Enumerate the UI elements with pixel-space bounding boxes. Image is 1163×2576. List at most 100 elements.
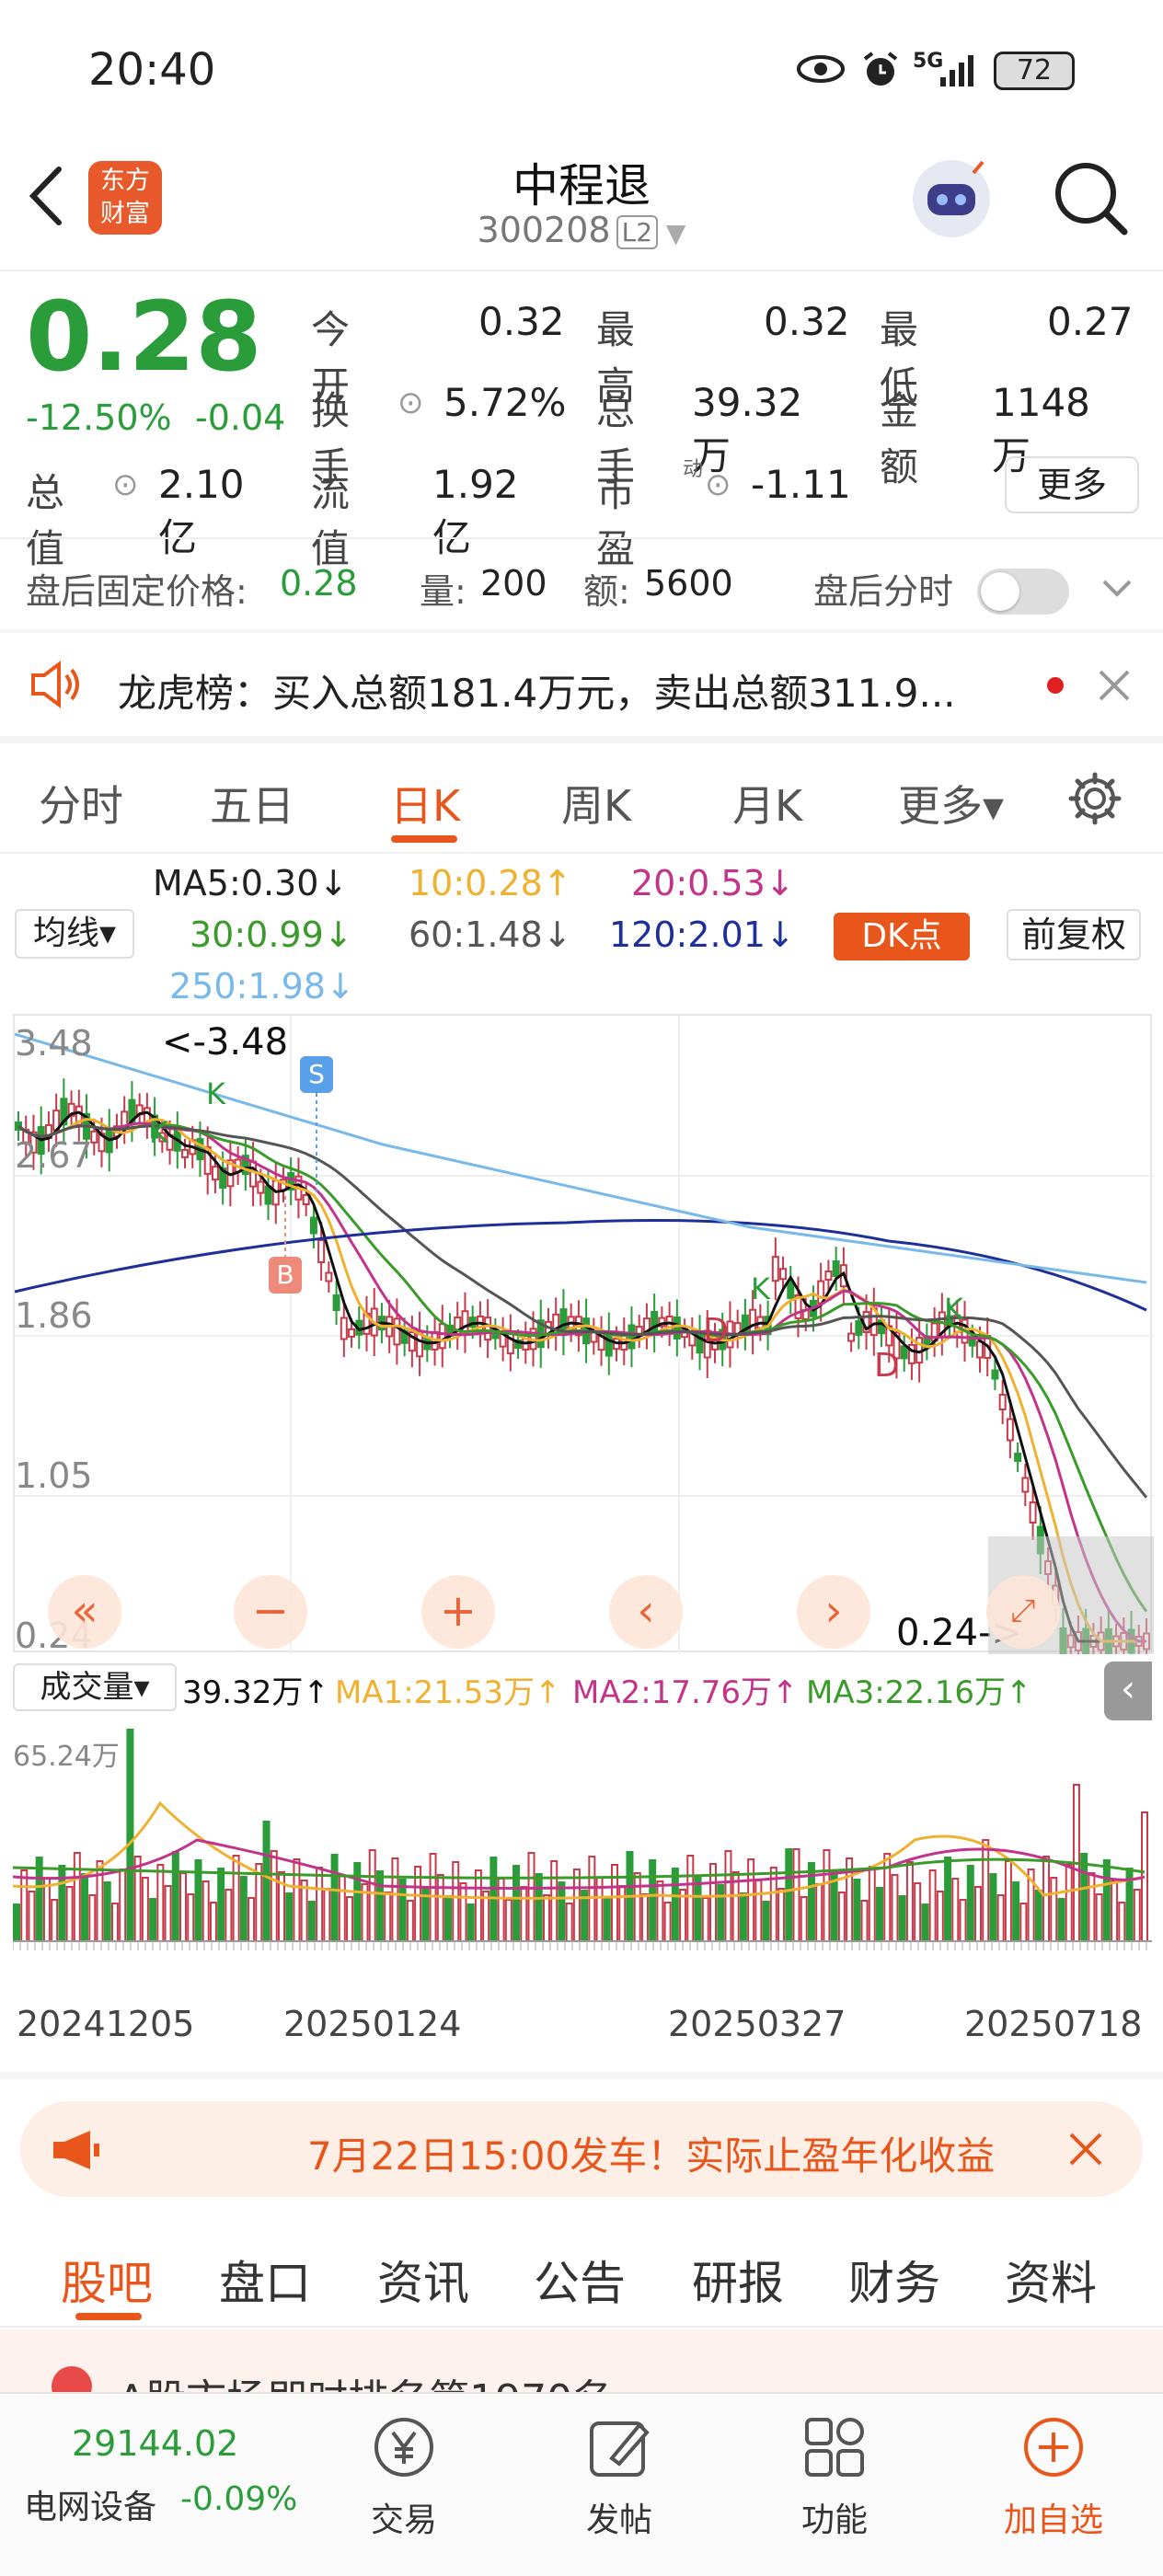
afterhours-vol: 200 (480, 563, 547, 604)
dk-point-button[interactable]: DK点 (834, 913, 970, 960)
tab-intraday[interactable]: 分时 (39, 773, 123, 834)
index-value[interactable]: 29144.02 (72, 2423, 238, 2464)
tab-weekly-k[interactable]: 周K (561, 773, 631, 834)
robot-avatar-icon[interactable] (907, 155, 996, 243)
zoom-out-icon[interactable]: − (234, 1575, 307, 1649)
scroll-right-icon[interactable]: › (797, 1575, 870, 1649)
candle-body (1006, 1418, 1014, 1442)
info-dots-icon[interactable]: ⊙ (705, 466, 731, 503)
close-icon[interactable] (1067, 2131, 1104, 2168)
high-value: 0.32 (764, 299, 850, 344)
volume-bar (1133, 1889, 1141, 1942)
candle-body (779, 1268, 788, 1281)
volume-bar (973, 1886, 982, 1942)
volume-bar (603, 1898, 611, 1942)
dragon-tiger-banner[interactable]: 龙虎榜：买入总额181.4万元，卖出总额311.9... (0, 633, 1163, 734)
volume-bar (898, 1895, 906, 1942)
volume-ma1: MA1:21.53万↑ (335, 1674, 561, 1711)
volume-bar (232, 1855, 240, 1942)
y-tick: 1.05 (15, 1455, 93, 1496)
indicator-selector[interactable]: 成交量▾ (13, 1663, 177, 1711)
fire-icon (52, 2366, 92, 2394)
volume-bar (13, 1903, 20, 1942)
info-dots-icon[interactable]: ⊙ (112, 466, 139, 503)
eye-icon (797, 55, 845, 83)
volume-bar (671, 1868, 679, 1942)
adjust-mode-button[interactable]: 前复权 (1007, 909, 1141, 960)
volume-bar (28, 1891, 36, 1942)
candle-body (264, 1185, 272, 1205)
volume-ma2: MA2:17.76万↑ (572, 1674, 799, 1711)
add-watchlist-label: 加自选 (1003, 2501, 1103, 2539)
volume-bar (141, 1877, 149, 1942)
dragon-tiger-text: 龙虎榜：买入总额181.4万元，卖出总额311.9... (118, 671, 956, 716)
tab-research[interactable]: 研报 (692, 2247, 784, 2313)
candle-body (1029, 1501, 1037, 1524)
ma10-line (17, 1117, 1146, 1643)
scroll-to-start-icon[interactable]: « (48, 1575, 121, 1649)
promo-banner[interactable]: 7月22日15:00发车！实际止盈年化收益 (20, 2101, 1143, 2197)
tab-news[interactable]: 资讯 (377, 2247, 469, 2313)
chevron-down-icon[interactable] (1099, 570, 1135, 607)
volume-bar (535, 1873, 543, 1942)
post-button[interactable]: 发帖 (559, 2412, 679, 2541)
volume-bar (739, 1892, 747, 1942)
close-icon[interactable] (1097, 668, 1132, 703)
candle-body (302, 1194, 310, 1205)
open-value: 0.32 (478, 299, 565, 344)
tab-forum[interactable]: 股吧 (61, 2247, 153, 2313)
kline-chart[interactable]: 3.48 2.67 1.86 1.05 0.24 <-3.48 0.24-> S… (13, 1014, 1154, 1656)
tab-five-day[interactable]: 五日 (210, 773, 294, 834)
turnover-value: 5.72% (443, 380, 567, 425)
yen-exchange-icon (374, 2418, 433, 2477)
volume-bar (217, 1868, 225, 1942)
tab-daily-k[interactable]: 日K (390, 773, 460, 834)
bottom-toolbar: 29144.02 电网设备 -0.09% 交易 发帖 功能 加自选 (0, 2392, 1163, 2576)
volume-bar (1012, 1881, 1020, 1942)
volume-bar (20, 1869, 29, 1942)
volume-bar (73, 1852, 81, 1942)
search-icon[interactable] (1049, 156, 1132, 239)
volume-bar (542, 1894, 550, 1942)
volume-bar (860, 1900, 869, 1942)
settings-gear-icon[interactable] (1067, 771, 1123, 826)
tab-monthly-k[interactable]: 月K (732, 773, 802, 834)
date-label: 20250718 (964, 2004, 1143, 2044)
more-button[interactable]: 更多 (1005, 456, 1139, 513)
volume-bar (239, 1876, 248, 1942)
high-marker: <-3.48 (162, 1021, 289, 1064)
volume-ma3: MA3:22.16万↑ (806, 1674, 1032, 1711)
tab-profile[interactable]: 资料 (1005, 2247, 1097, 2313)
ma30-legend: 30:0.99↓ (190, 914, 353, 955)
ma-selector[interactable]: 均线▾ (15, 909, 134, 959)
scroll-left-icon[interactable]: ‹ (609, 1575, 683, 1649)
index-name[interactable]: 电网设备 (24, 2480, 156, 2528)
toggle-knob (981, 572, 1019, 611)
volume-bar (300, 1880, 308, 1942)
volume-bar (391, 1857, 399, 1942)
expand-icon[interactable]: ⤢ (986, 1575, 1060, 1649)
zoom-in-icon[interactable]: + (421, 1575, 495, 1649)
functions-button[interactable]: 功能 (775, 2412, 894, 2541)
tab-announcements[interactable]: 公告 (534, 2247, 626, 2313)
volume-bar (42, 1878, 51, 1942)
volume-bar (656, 1880, 664, 1942)
date-label: 20241205 (17, 2004, 195, 2044)
add-watchlist-button[interactable]: 加自选 (994, 2412, 1113, 2541)
volume-chart[interactable]: 65.24万 (13, 1711, 1152, 1987)
volume-bar (868, 1866, 876, 1942)
afterhours-toggle[interactable] (977, 569, 1069, 615)
rank-banner[interactable]: A股市场即时排名第1970名 (0, 2329, 1163, 2394)
volume-bar (103, 1881, 111, 1942)
info-dots-icon[interactable]: ⊙ (397, 385, 424, 421)
candle-body (991, 1369, 999, 1380)
tab-orderbook[interactable]: 盘口 (219, 2247, 311, 2313)
trade-button[interactable]: 交易 (344, 2412, 464, 2541)
pe-dynamic-tag: 动 (683, 458, 704, 481)
candle-body (651, 1311, 659, 1336)
tab-more[interactable]: 更多▾ (898, 773, 1004, 834)
stock-code: 300208 (477, 210, 611, 250)
volume-bar (1065, 1864, 1073, 1942)
tab-financials[interactable]: 财务 (848, 2247, 940, 2313)
volume-current: 39.32万↑ (182, 1674, 329, 1711)
